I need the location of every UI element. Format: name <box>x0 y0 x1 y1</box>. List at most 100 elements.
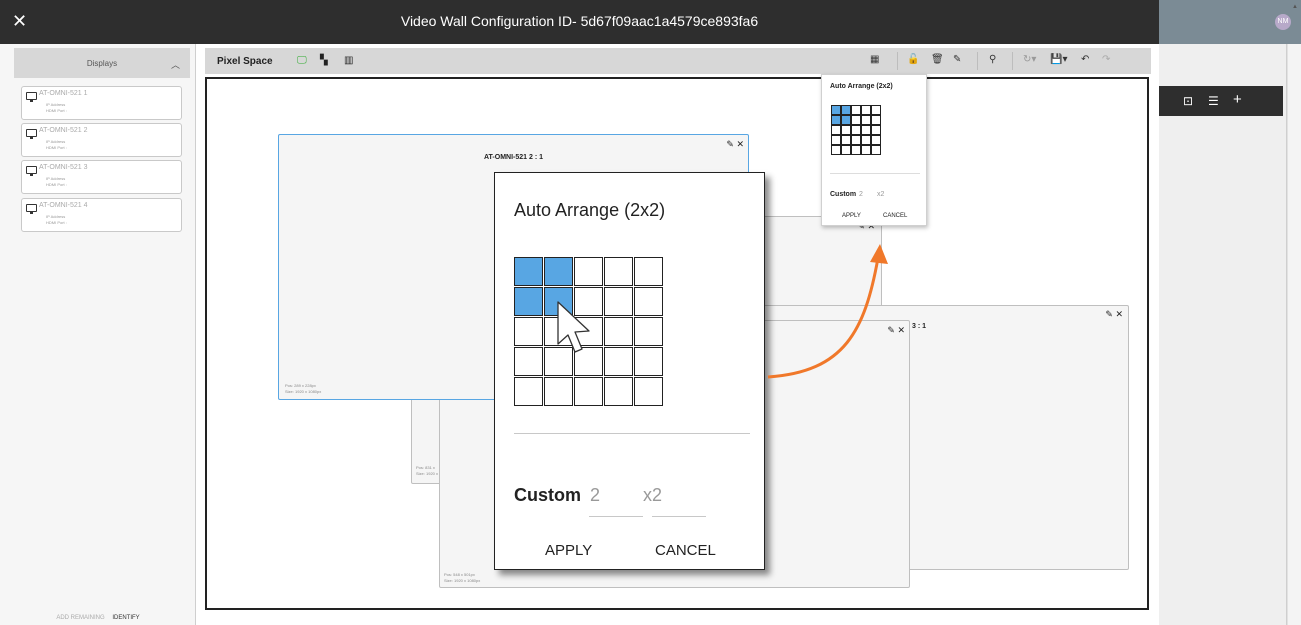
displays-panel: Displays ︿ AT-OMNI-521 1 IP Address HDMI… <box>0 44 196 625</box>
grid-cell[interactable] <box>851 135 861 145</box>
custom-cols-input[interactable]: x2 <box>643 485 662 506</box>
custom-rows-input[interactable]: 2 <box>590 485 600 506</box>
grid-cell[interactable] <box>544 377 573 406</box>
sliders-icon[interactable]: ☰ <box>1208 94 1219 108</box>
display-settings-icon[interactable]: ⊡ <box>1183 94 1193 108</box>
display-list-item[interactable]: AT-OMNI-521 2 IP Address HDMI Port : <box>21 123 182 157</box>
title-bar: ✕ Video Wall Configuration ID- 5d67f09aa… <box>0 0 1159 44</box>
custom-rows-input[interactable]: 2 <box>859 191 863 198</box>
displays-panel-header[interactable]: Displays ︿ <box>14 48 190 78</box>
avatar[interactable]: NM <box>1275 14 1291 30</box>
custom-cols-input[interactable]: x2 <box>877 191 884 198</box>
layout-icon[interactable]: ▥ <box>344 55 353 66</box>
grid-cell[interactable] <box>861 135 871 145</box>
grid-cell[interactable] <box>841 135 851 145</box>
grid-cell[interactable] <box>871 125 881 135</box>
grid-cell[interactable] <box>574 347 603 376</box>
toolbar-divider <box>1012 52 1013 70</box>
grid-cell[interactable] <box>851 145 861 155</box>
grid-cell[interactable] <box>871 105 881 115</box>
grid-cell[interactable] <box>604 317 633 346</box>
grid-cell[interactable] <box>831 115 841 125</box>
grid-cell[interactable] <box>514 287 543 316</box>
grid-cell[interactable] <box>574 377 603 406</box>
delete-icon[interactable]: 🗑 <box>931 54 944 65</box>
grid-cell[interactable] <box>634 347 663 376</box>
grid-cell[interactable] <box>604 257 633 286</box>
arrange-grid[interactable] <box>514 257 663 406</box>
grid-cell[interactable] <box>544 317 573 346</box>
grid-cell[interactable] <box>514 377 543 406</box>
display-list-item[interactable]: AT-OMNI-521 4 IP Address HDMI Port : <box>21 198 182 232</box>
grid-cell[interactable] <box>871 145 881 155</box>
grid-cell[interactable] <box>514 347 543 376</box>
grid-cell[interactable] <box>871 135 881 145</box>
grid-cell[interactable] <box>831 125 841 135</box>
grid-cell[interactable] <box>851 115 861 125</box>
apply-button[interactable]: APPLY <box>545 542 592 559</box>
grid-cell[interactable] <box>841 145 851 155</box>
grid-cell[interactable] <box>634 257 663 286</box>
undo-icon[interactable]: ↶ <box>1081 54 1089 65</box>
add-remaining-button[interactable]: ADD REMAINING <box>56 615 104 621</box>
grid-cell[interactable] <box>831 145 841 155</box>
edit-close-controls[interactable]: ✎ ✕ <box>726 139 744 150</box>
arrange-icon[interactable]: ▦ <box>870 54 879 65</box>
scrollbar[interactable]: ▲ <box>1288 4 1301 625</box>
grid-cell[interactable] <box>861 125 871 135</box>
grid-cell[interactable] <box>861 105 871 115</box>
rotate-icon[interactable]: ↻▾ <box>1023 54 1036 65</box>
save-icon[interactable]: 💾▾ <box>1050 54 1067 65</box>
grid-cell[interactable] <box>871 115 881 125</box>
edit-close-controls[interactable]: ✎ ✕ <box>887 325 905 336</box>
grid-cell[interactable] <box>851 125 861 135</box>
auto-arrange-title: Auto Arrange (2x2) <box>514 200 666 220</box>
grid-cell[interactable] <box>841 105 851 115</box>
redo-icon[interactable]: ↷ <box>1102 54 1110 65</box>
grid-cell[interactable] <box>544 347 573 376</box>
grid-cell[interactable] <box>604 347 633 376</box>
grid-cell[interactable] <box>574 257 603 286</box>
chevron-up-icon[interactable]: ︿ <box>171 58 180 71</box>
zoom-icon[interactable]: ⚲ <box>989 54 996 65</box>
display-list-item[interactable]: AT-OMNI-521 1 IP Address HDMI Port : <box>21 86 182 120</box>
display-position: Pos: 831 x Size: 1920 x <box>416 465 438 477</box>
cancel-button[interactable]: CANCEL <box>655 542 716 559</box>
grid-cell[interactable] <box>514 257 543 286</box>
grid-cell[interactable] <box>574 317 603 346</box>
arrange-grid[interactable] <box>831 105 881 155</box>
ip-address-label: IP Address <box>46 214 66 219</box>
grid-cell[interactable] <box>574 287 603 316</box>
apply-button[interactable]: APPLY <box>842 213 861 219</box>
identify-button[interactable]: IDENTIFY <box>112 615 139 621</box>
grid-cell[interactable] <box>831 105 841 115</box>
hdmi-port-label: HDMI Port : <box>46 182 67 187</box>
edit-close-controls[interactable]: ✎ ✕ <box>1105 309 1123 320</box>
scroll-up-icon[interactable]: ▲ <box>1292 4 1298 10</box>
grid-cell[interactable] <box>604 287 633 316</box>
grid-cell[interactable] <box>861 115 871 125</box>
grid-cell[interactable] <box>634 287 663 316</box>
lock-icon[interactable]: 🔓 <box>907 54 919 65</box>
grid-icon[interactable]: ▚ <box>320 55 328 66</box>
display-label: AT-OMNI-521 2 : 1 <box>484 154 543 161</box>
cancel-button[interactable]: CANCEL <box>883 213 907 219</box>
grid-cell[interactable] <box>544 257 573 286</box>
grid-cell[interactable] <box>831 135 841 145</box>
ip-address-label: IP Address <box>46 102 66 107</box>
grid-cell[interactable] <box>634 377 663 406</box>
grid-cell[interactable] <box>544 287 573 316</box>
display-list-item[interactable]: AT-OMNI-521 3 IP Address HDMI Port : <box>21 160 182 194</box>
grid-cell[interactable] <box>841 125 851 135</box>
display-position: Pos: 548 x 501px Size: 1920 x 1080px <box>444 572 480 584</box>
position-text: Pos: 289 x 228px <box>285 383 316 388</box>
grid-cell[interactable] <box>861 145 871 155</box>
add-icon[interactable]: + <box>1233 91 1242 108</box>
edit-icon[interactable]: ✎ <box>953 54 961 65</box>
grid-cell[interactable] <box>634 317 663 346</box>
grid-cell[interactable] <box>514 317 543 346</box>
grid-cell[interactable] <box>851 105 861 115</box>
grid-cell[interactable] <box>841 115 851 125</box>
monitor-icon[interactable]: 🖵 <box>297 55 307 66</box>
grid-cell[interactable] <box>604 377 633 406</box>
